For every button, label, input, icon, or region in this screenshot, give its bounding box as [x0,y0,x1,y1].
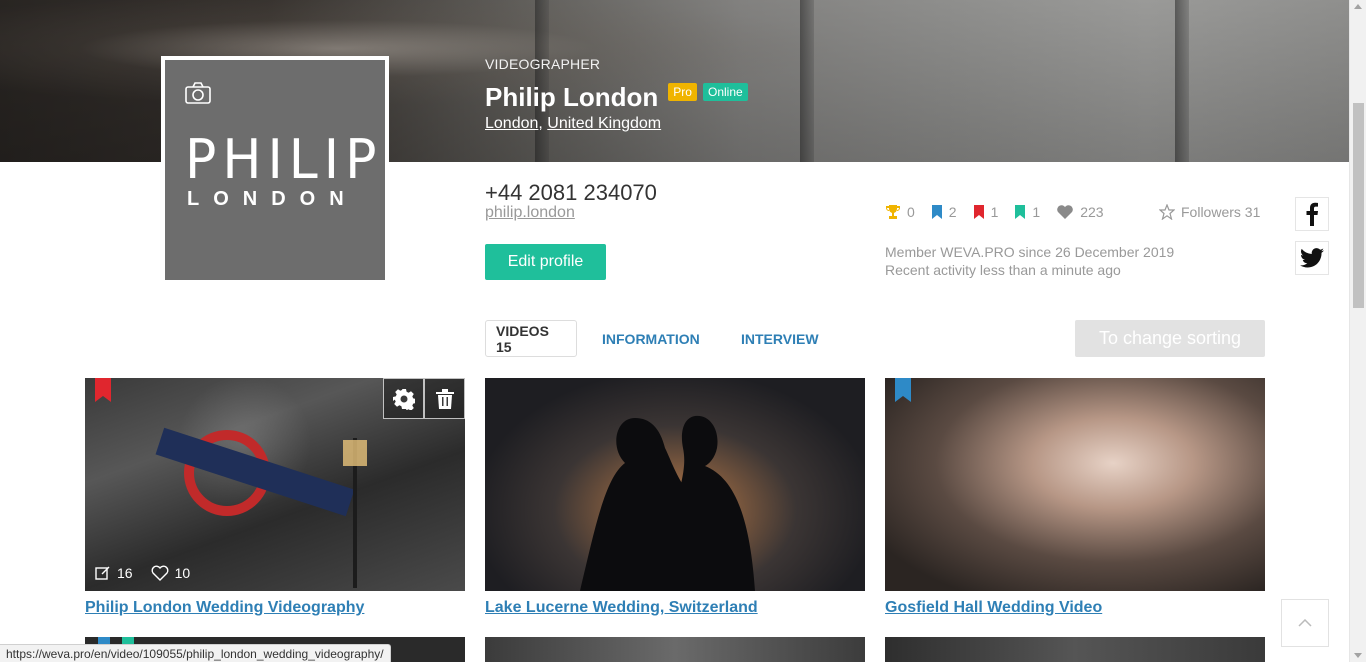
page-scrollbar[interactable] [1349,0,1366,662]
trash-icon [435,388,454,409]
blue-bookmarks-stat[interactable]: 2 [931,204,957,220]
comments-count-group: 16 [95,565,133,581]
tab-information[interactable]: INFORMATION [592,320,710,357]
phone-number: +44 2081 234070 [485,180,657,205]
camera-icon[interactable] [185,82,211,104]
awards-stat[interactable]: 0 [885,204,915,220]
profile-name: Philip London [485,82,659,112]
bookmark-icon [931,205,942,219]
scroll-thumb[interactable] [1353,103,1364,308]
avatar-logo: PHILIP LONDON [165,60,385,280]
recent-activity: Recent activity less than a minute ago [885,262,1121,278]
video-delete-button[interactable] [424,378,465,419]
twitter-icon [1300,248,1324,268]
trophy-icon [886,205,900,219]
video-thumbnail[interactable] [885,378,1265,591]
star-icon [1159,204,1175,220]
scroll-down-arrow[interactable] [1354,653,1362,658]
video-title-link[interactable]: Gosfield Hall Wedding Video [885,599,1265,617]
video-title-link[interactable]: Lake Lucerne Wedding, Switzerland [485,599,865,617]
comments-count: 16 [117,565,133,581]
location-separator: , [538,115,548,132]
video-thumbnail[interactable] [485,378,865,591]
video-thumbnail[interactable] [885,637,1265,662]
bookmark-icon [973,205,984,219]
profile-header: VIDEOGRAPHER Philip London Pro Online Lo… [485,56,748,133]
online-badge: Online [702,82,748,101]
video-actions [383,378,465,419]
edit-profile-button[interactable]: Edit profile [485,244,606,280]
followers-button[interactable]: Followers 31 [1159,204,1260,220]
twitter-share-button[interactable] [1295,241,1329,275]
pro-badge: Pro [668,82,697,101]
heart-icon [151,565,169,581]
facebook-share-button[interactable] [1295,197,1329,231]
country-link[interactable]: United Kingdom [547,115,661,132]
gear-icon [392,388,415,410]
likes-count: 223 [1080,204,1104,220]
scroll-up-arrow[interactable] [1354,4,1362,9]
member-since: Member WEVA.PRO since 26 December 2019 [885,244,1175,260]
red-bookmarks-count: 1 [990,204,999,220]
edit-icon [95,566,110,580]
logo-text-philip: PHILIP [185,128,383,192]
profile-role: VIDEOGRAPHER [485,56,601,72]
logo-text-london: LONDON [187,188,358,210]
red-ribbon [95,378,111,402]
profile-avatar: PHILIP LONDON [161,56,389,280]
profile-stats: 0 2 1 1 223 [885,204,1120,220]
back-to-top-button[interactable] [1281,599,1329,647]
change-sorting-button[interactable]: To change sorting [1075,320,1265,357]
green-bookmarks-count: 1 [1032,204,1041,220]
video-title-link[interactable]: Philip London Wedding Videography [85,599,465,617]
red-bookmarks-stat[interactable]: 1 [973,204,999,220]
video-thumbnail[interactable]: 16 10 [85,378,465,591]
video-likes-count: 10 [174,565,191,581]
profile-name-row: Philip London Pro Online [485,82,748,113]
browser-status-bar: https://weva.pro/en/video/109055/philip_… [0,644,391,662]
tab-videos[interactable]: VIDEOS 15 [485,320,577,357]
profile-location: London, United Kingdom [485,115,748,133]
likes-count-group: 10 [151,565,191,581]
couple-silhouette [580,415,755,591]
blue-ribbon [895,378,911,402]
chevron-up-icon [1298,619,1312,627]
city-link[interactable]: London [485,115,538,132]
video-settings-button[interactable] [383,378,424,419]
awards-count: 0 [907,204,915,220]
video-thumbnail[interactable] [485,637,865,662]
heart-icon [1057,205,1073,219]
followers-label: Followers 31 [1181,204,1261,220]
video-card: Lake Lucerne Wedding, Switzerland [485,378,865,617]
website-link[interactable]: philip.london [485,204,575,222]
video-card: Gosfield Hall Wedding Video [885,378,1265,617]
blue-bookmarks-count: 2 [948,204,957,220]
tab-interview[interactable]: INTERVIEW [731,320,829,357]
bookmark-icon [1015,205,1026,219]
member-info: Member WEVA.PRO since 26 December 2019 R… [885,243,1174,279]
facebook-icon [1306,202,1318,226]
video-card: 16 10 Philip London Wedding Videography [85,378,465,617]
video-counts: 16 10 [95,565,208,581]
likes-stat[interactable]: 223 [1056,204,1104,220]
green-bookmarks-stat[interactable]: 1 [1014,204,1040,220]
